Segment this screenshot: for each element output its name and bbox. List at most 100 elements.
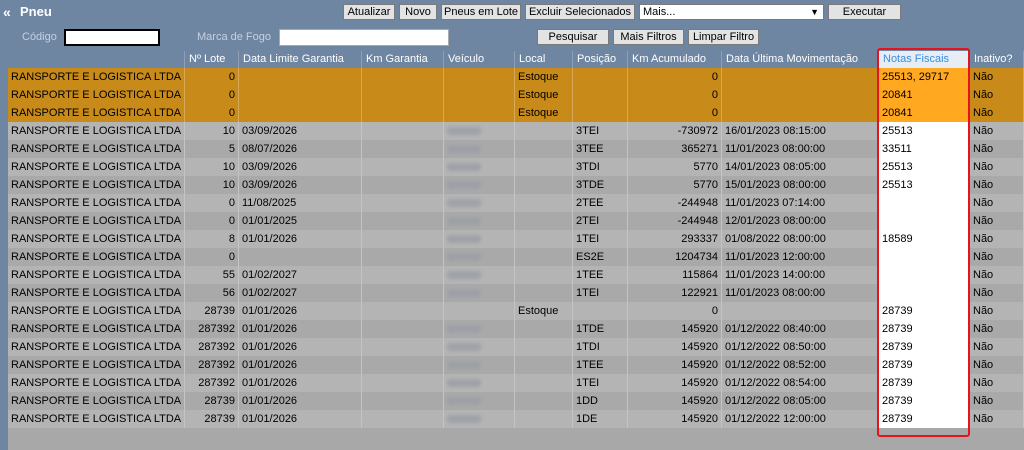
table-row[interactable]: RANSPORTE E LOGISTICA LTDA 10 03/09/2026 3T… — [8, 158, 1024, 176]
cell-notas: 28739 — [879, 392, 970, 410]
limpar-filtro-button[interactable]: Limpar Filtro — [688, 29, 759, 45]
header-data-limite-garantia[interactable]: Data Limite Garantia — [239, 51, 362, 68]
header-veiculo[interactable]: Veículo — [444, 51, 515, 68]
cell-posicao — [573, 104, 628, 122]
cell-empresa: RANSPORTE E LOGISTICA LTDA — [8, 302, 185, 320]
collapse-arrows-icon[interactable]: « — [3, 4, 11, 20]
header-lote[interactable]: Nº Lote — [185, 51, 239, 68]
header-data-ultima-movimentacao[interactable]: Data Última Movimentação — [722, 51, 879, 68]
cell-inativo: Não — [970, 158, 1024, 176]
table-row[interactable]: RANSPORTE E LOGISTICA LTDA 287392 01/01/20… — [8, 320, 1024, 338]
table-row[interactable]: RANSPORTE E LOGISTICA LTDA 0 ES2E 1204734 11… — [8, 248, 1024, 266]
cell-lote: 8 — [185, 230, 239, 248]
cell-veiculo — [444, 86, 515, 104]
cell-km-acum: -244948 — [628, 212, 722, 230]
cell-km-gar — [362, 68, 444, 86]
header-km-acumulado[interactable]: Km Acumulado — [628, 51, 722, 68]
table-row[interactable]: RANSPORTE E LOGISTICA LTDA 28739 01/01/202… — [8, 392, 1024, 410]
cell-lote: 287392 — [185, 338, 239, 356]
cell-empresa: RANSPORTE E LOGISTICA LTDA — [8, 230, 185, 248]
cell-notas: 28739 — [879, 374, 970, 392]
veiculo-redacted — [447, 343, 481, 351]
veiculo-redacted — [447, 397, 481, 405]
cell-data-lim: 03/09/2026 — [239, 176, 362, 194]
cell-local — [515, 194, 573, 212]
veiculo-redacted — [447, 361, 481, 369]
cell-veiculo — [444, 320, 515, 338]
cell-local — [515, 176, 573, 194]
excluir-selecionados-button[interactable]: Excluir Selecionados — [525, 4, 635, 20]
table-row[interactable]: RANSPORTE E LOGISTICA LTDA 10 03/09/2026 3T… — [8, 122, 1024, 140]
table-row[interactable]: RANSPORTE E LOGISTICA LTDA 8 01/01/2026 1TE… — [8, 230, 1024, 248]
cell-data-lim: 01/01/2026 — [239, 374, 362, 392]
cell-km-gar — [362, 302, 444, 320]
cell-local — [515, 158, 573, 176]
pesquisar-button[interactable]: Pesquisar — [537, 29, 609, 45]
mais-filtros-button[interactable]: Mais Filtros — [613, 29, 684, 45]
cell-data-lim: 01/01/2026 — [239, 230, 362, 248]
cell-lote: 0 — [185, 248, 239, 266]
header-km-garantia[interactable]: Km Garantia — [362, 51, 444, 68]
cell-data-mov — [722, 104, 879, 122]
cell-lote: 287392 — [185, 374, 239, 392]
table-row[interactable]: RANSPORTE E LOGISTICA LTDA 0 Estoque 0 25513… — [8, 68, 1024, 86]
cell-lote: 10 — [185, 122, 239, 140]
table-row[interactable]: RANSPORTE E LOGISTICA LTDA 55 01/02/2027 1T… — [8, 266, 1024, 284]
pneus-em-lote-button[interactable]: Pneus em Lote — [441, 4, 521, 20]
page-title: Pneu — [20, 4, 52, 19]
cell-data-lim: 03/09/2026 — [239, 158, 362, 176]
cell-data-mov: 16/01/2023 08:15:00 — [722, 122, 879, 140]
cell-km-gar — [362, 356, 444, 374]
cell-data-lim — [239, 86, 362, 104]
cell-inativo: Não — [970, 194, 1024, 212]
cell-lote: 0 — [185, 212, 239, 230]
cell-veiculo — [444, 212, 515, 230]
header-local[interactable]: Local — [515, 51, 573, 68]
table-row[interactable]: RANSPORTE E LOGISTICA LTDA 0 11/08/2025 2TE… — [8, 194, 1024, 212]
cell-km-acum: 0 — [628, 86, 722, 104]
table-row[interactable]: RANSPORTE E LOGISTICA LTDA 287392 01/01/20… — [8, 356, 1024, 374]
cell-inativo: Não — [970, 410, 1024, 428]
cell-empresa: RANSPORTE E LOGISTICA LTDA — [8, 158, 185, 176]
cell-data-mov: 11/01/2023 14:00:00 — [722, 266, 879, 284]
table-row[interactable]: RANSPORTE E LOGISTICA LTDA 56 01/02/2027 1T… — [8, 284, 1024, 302]
table-row[interactable]: RANSPORTE E LOGISTICA LTDA 28739 01/01/202… — [8, 302, 1024, 320]
cell-data-lim: 03/09/2026 — [239, 122, 362, 140]
table-row[interactable]: RANSPORTE E LOGISTICA LTDA 287392 01/01/20… — [8, 374, 1024, 392]
cell-data-lim: 01/01/2026 — [239, 302, 362, 320]
cell-km-acum: 145920 — [628, 338, 722, 356]
table-row[interactable]: RANSPORTE E LOGISTICA LTDA 10 03/09/2026 3T… — [8, 176, 1024, 194]
cell-posicao: 1TEI — [573, 374, 628, 392]
header-empresa[interactable] — [8, 51, 185, 68]
cell-lote: 287392 — [185, 320, 239, 338]
title-bar: « Pneu Atualizar Novo Pneus em Lote Excl… — [0, 0, 1024, 26]
cell-empresa: RANSPORTE E LOGISTICA LTDA — [8, 104, 185, 122]
codigo-input[interactable] — [64, 29, 160, 46]
header-inativo[interactable]: Inativo? — [970, 51, 1024, 68]
novo-button[interactable]: Novo — [399, 4, 437, 20]
cell-data-mov: 01/08/2022 08:00:00 — [722, 230, 879, 248]
table-row[interactable]: RANSPORTE E LOGISTICA LTDA 287392 01/01/20… — [8, 338, 1024, 356]
header-posicao[interactable]: Posição — [573, 51, 628, 68]
atualizar-button[interactable]: Atualizar — [343, 4, 395, 20]
executar-button[interactable]: Executar — [828, 4, 901, 20]
table-row[interactable]: RANSPORTE E LOGISTICA LTDA 0 Estoque 0 20841… — [8, 104, 1024, 122]
cell-local: Estoque — [515, 104, 573, 122]
header-notas-fiscais[interactable]: Notas Fiscais — [879, 51, 970, 68]
table-row[interactable]: RANSPORTE E LOGISTICA LTDA 5 08/07/2026 3TE… — [8, 140, 1024, 158]
mais-select[interactable]: Mais... ▼ — [639, 4, 824, 20]
cell-local — [515, 212, 573, 230]
cell-veiculo — [444, 410, 515, 428]
marca-de-fogo-input[interactable] — [279, 29, 449, 46]
table-row[interactable]: RANSPORTE E LOGISTICA LTDA 28739 01/01/202… — [8, 410, 1024, 428]
cell-veiculo — [444, 140, 515, 158]
cell-inativo: Não — [970, 176, 1024, 194]
cell-veiculo — [444, 158, 515, 176]
cell-km-gar — [362, 266, 444, 284]
chevron-down-icon: ▼ — [810, 7, 819, 17]
table-row[interactable]: RANSPORTE E LOGISTICA LTDA 0 01/01/2025 2TE… — [8, 212, 1024, 230]
left-strip — [0, 51, 8, 450]
table-row[interactable]: RANSPORTE E LOGISTICA LTDA 0 Estoque 0 20841… — [8, 86, 1024, 104]
veiculo-redacted — [447, 271, 481, 279]
cell-data-lim: 01/01/2026 — [239, 392, 362, 410]
